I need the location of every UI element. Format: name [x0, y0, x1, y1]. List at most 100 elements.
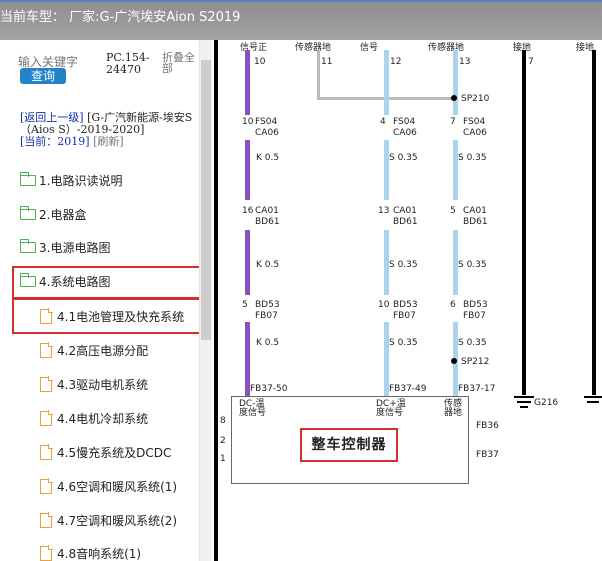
fold-all-button[interactable]: 折叠全部: [162, 52, 200, 74]
splice-dot: [451, 95, 457, 101]
connector-code: CA01: [463, 206, 487, 216]
ecu-pin: FB37-49: [389, 384, 427, 394]
tree-item-4-5[interactable]: 4.5慢充系统及DCDC: [40, 442, 171, 462]
pin-label: 12: [390, 57, 402, 67]
wire-spec: K 0.5: [256, 153, 280, 163]
connector-code: FB07: [463, 311, 486, 321]
title-bar: 当前车型： 厂家:G-广汽埃安Aion S2019: [0, 0, 602, 40]
connector-pin: 10: [378, 300, 390, 310]
connector-code: CA06: [255, 128, 279, 138]
ground-symbol: [517, 401, 531, 403]
pin-label: 11: [321, 57, 333, 67]
sidebar-scrollbar[interactable]: [199, 40, 212, 561]
connector-pin: 7: [450, 117, 456, 127]
connector-code: CA06: [463, 128, 487, 138]
connector-code: CA01: [255, 206, 279, 216]
connector-code: CA06: [393, 128, 417, 138]
document-icon: [40, 545, 53, 561]
document-icon: [40, 410, 53, 426]
connector-code: BD61: [393, 217, 418, 227]
wire-purple: [245, 140, 250, 200]
ground-wire: [522, 50, 526, 395]
splice-dot: [451, 358, 457, 364]
wire-purple: [245, 50, 250, 115]
search-button[interactable]: 查询: [20, 68, 66, 84]
wire-spec: K 0.5: [256, 260, 280, 270]
refresh-link[interactable]: [刷新]: [93, 135, 124, 148]
document-icon: [40, 342, 53, 358]
wire-spec: S 0.35: [458, 338, 487, 348]
document-icon: [40, 478, 53, 494]
folder-icon: [19, 238, 36, 253]
splice-label: SP212: [461, 357, 490, 367]
tree-item-4-8[interactable]: 4.8音响系统(1): [40, 543, 141, 561]
header-label: 传感器地: [428, 43, 465, 53]
tree-item-1[interactable]: 1.电路识读说明: [19, 170, 123, 190]
connector-pin: 5: [242, 300, 248, 310]
folder-icon: [19, 171, 36, 186]
gray-wire: [317, 50, 320, 100]
tree-item-label: 4.5慢充系统及DCDC: [57, 445, 172, 460]
wire-spec: S 0.35: [458, 153, 487, 163]
wire-light-blue: [384, 50, 389, 115]
connector-code: BD61: [255, 217, 280, 227]
connector-code: FS04: [463, 117, 486, 127]
highlight-box-system: [12, 266, 207, 299]
folder-icon: [19, 205, 36, 220]
document-icon: [40, 444, 53, 460]
ecu-pin: FB37-50: [250, 384, 288, 394]
connector-code: FB07: [393, 311, 416, 321]
connector-pin: 10: [242, 117, 254, 127]
ground-symbol: [587, 401, 599, 403]
ecu-signal: DC+温度信号: [376, 399, 406, 418]
current-value: 2019]: [57, 135, 90, 148]
tree-item-label: 1.电路识读说明: [39, 173, 123, 188]
wire-spec: K 0.5: [256, 338, 280, 348]
connector-code: BD53: [255, 300, 280, 310]
current-label: [当前：: [20, 135, 58, 148]
splice-label: SP210: [461, 94, 490, 104]
wire-purple: [245, 230, 250, 295]
ground-label: G216: [534, 398, 559, 408]
ecu-connector: FB37: [476, 450, 499, 460]
tree-item-2[interactable]: 2.电器盒: [19, 204, 86, 224]
tree-item-4-7[interactable]: 4.7空调和暖风系统(2): [40, 510, 177, 530]
tree-item-label: 4.2高压电源分配: [57, 343, 149, 358]
tree-item-label: 3.电源电路图: [39, 240, 111, 255]
pin-label: 10: [254, 57, 266, 67]
tree-item-label: 4.7空调和暖风系统(2): [57, 513, 178, 528]
scrollbar-thumb[interactable]: [201, 60, 211, 340]
tree-item-4-4[interactable]: 4.4电机冷却系统: [40, 408, 148, 428]
connector-pin: 13: [378, 206, 390, 216]
pc-code: PC.154-24470: [106, 51, 150, 76]
tree-item-4-6[interactable]: 4.6空调和暖风系统(1): [40, 476, 177, 496]
connector-pin: 6: [450, 300, 456, 310]
header-label: 信号: [360, 43, 379, 53]
wire-spec: S 0.35: [389, 338, 418, 348]
tree-item-4-2[interactable]: 4.2高压电源分配: [40, 340, 148, 360]
tree-item-4-3[interactable]: 4.3驱动电机系统: [40, 374, 148, 394]
ecu-signal: DC-温度信号: [239, 399, 267, 418]
ecu-signal: 传感器地: [444, 399, 463, 418]
tree-item-3[interactable]: 3.电源电路图: [19, 237, 111, 257]
pin-label: 13: [459, 57, 471, 67]
ecu-side-pin: 2: [220, 436, 226, 446]
connector-code: BD61: [463, 217, 488, 227]
wire-light-blue: [453, 140, 458, 200]
connector-pin: 4: [380, 117, 386, 127]
wire-light-blue: [453, 50, 458, 115]
document-icon: [40, 376, 53, 392]
ground-symbol: [514, 396, 534, 398]
tree-item-label: 4.4电机冷却系统: [57, 411, 149, 426]
ecu-pin: FB37-17: [458, 384, 496, 394]
connector-code: BD53: [393, 300, 418, 310]
wire-spec: S 0.35: [389, 260, 418, 270]
connector-code: FS04: [393, 117, 416, 127]
ecu-name[interactable]: 整车控制器: [300, 428, 398, 462]
wire-light-blue: [384, 140, 389, 200]
highlight-box-battery: [12, 298, 207, 334]
wire-spec: S 0.35: [389, 153, 418, 163]
tree-item-label: 4.8音响系统(1): [57, 546, 142, 561]
connector-pin: 5: [450, 206, 456, 216]
connector-code: BD53: [463, 300, 488, 310]
